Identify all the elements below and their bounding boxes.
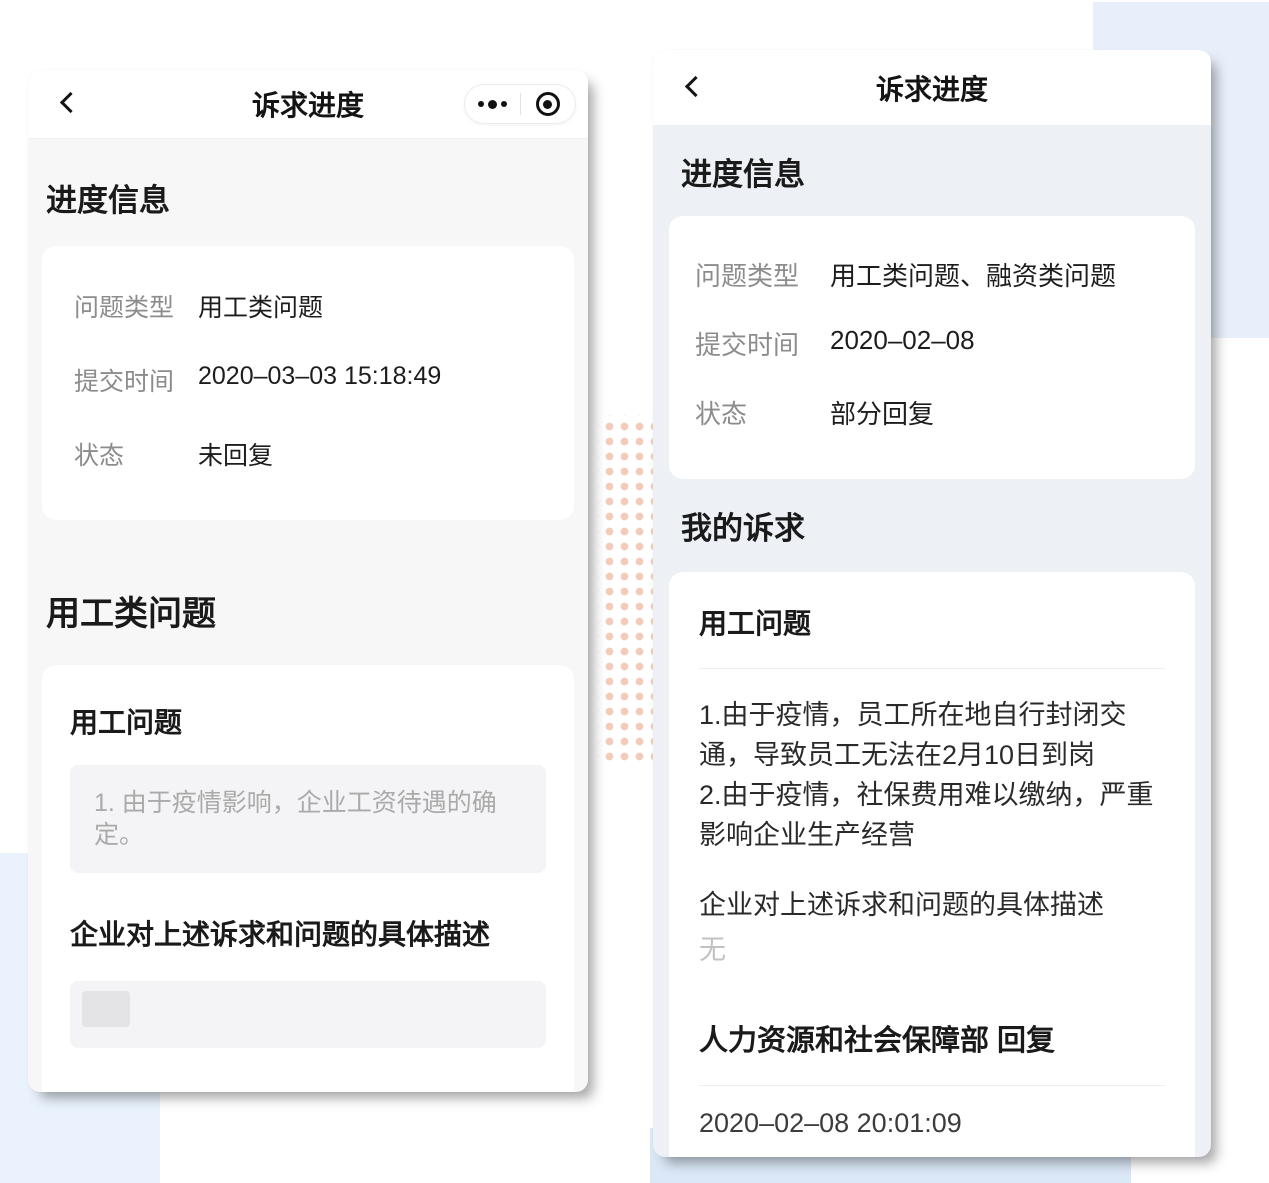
issue-card-title: 用工问题 bbox=[70, 701, 546, 741]
info-row-type: 问题类型 用工类问题 bbox=[74, 288, 542, 324]
redacted-content-block bbox=[82, 991, 130, 1027]
appeal-issue-item: 2.由于疫情，社保费用难以缴纳，严重影响企业生产经营 bbox=[699, 775, 1165, 855]
row-label: 状态 bbox=[695, 394, 830, 431]
right-navbar: 诉求进度 bbox=[653, 50, 1211, 125]
status-value: 部分回复 bbox=[830, 394, 934, 431]
progress-info-card: 问题类型 用工类问题、融资类问题 提交时间 2020–02–08 状态 部分回复 bbox=[669, 216, 1195, 479]
row-label: 问题类型 bbox=[695, 256, 830, 293]
description-heading: 企业对上述诉求和问题的具体描述 bbox=[699, 883, 1165, 922]
info-row-status: 状态 部分回复 bbox=[695, 394, 1169, 431]
progress-info-heading: 进度信息 bbox=[46, 175, 570, 220]
issue-card: 用工问题 1. 由于疫情影响，企业工资待遇的确定。 企业对上述诉求和问题的具体描… bbox=[42, 665, 574, 1092]
right-page-title: 诉求进度 bbox=[653, 68, 1211, 108]
row-value: 2020–02–08 bbox=[830, 325, 975, 362]
target-icon bbox=[536, 92, 560, 116]
exit-miniprogram-button[interactable] bbox=[521, 85, 576, 123]
reply-text: 将突出抓好异地务工人员返粤返岗工作，精准摸查招工用工情况，引导节后务工人员分散分… bbox=[699, 1155, 1165, 1157]
row-label: 提交时间 bbox=[74, 362, 198, 398]
description-field bbox=[70, 981, 546, 1048]
info-row-status: 状态 未回复 bbox=[74, 436, 542, 472]
progress-info-card: 问题类型 用工类问题 提交时间 2020–03–03 15:18:49 状态 未… bbox=[42, 246, 574, 520]
page-canvas: 诉求进度 进度信息 问题类型 用工类问题 提交时间 2 bbox=[0, 0, 1269, 1183]
appeal-card: 用工问题 1.由于疫情，员工所在地自行封闭交通，导致员工无法在2月10日到岗 2… bbox=[669, 572, 1195, 1157]
left-phone-screenshot: 诉求进度 进度信息 问题类型 用工类问题 提交时间 2 bbox=[28, 70, 588, 1092]
more-dot-icon bbox=[488, 100, 497, 109]
left-navbar: 诉求进度 bbox=[28, 70, 588, 139]
reply-timestamp: 2020–02–08 20:01:09 bbox=[699, 1108, 1165, 1139]
row-label: 问题类型 bbox=[74, 288, 198, 324]
appeal-card-title: 用工问题 bbox=[699, 602, 1165, 642]
reply-heading: 人力资源和社会保障部 回复 bbox=[699, 1017, 1165, 1059]
more-options-button[interactable] bbox=[465, 85, 520, 123]
issue-placeholder-field: 1. 由于疫情影响，企业工资待遇的确定。 bbox=[70, 765, 546, 873]
card-divider bbox=[699, 1085, 1165, 1086]
right-body: 进度信息 问题类型 用工类问题、融资类问题 提交时间 2020–02–08 状态… bbox=[653, 149, 1211, 1157]
info-row-time: 提交时间 2020–03–03 15:18:49 bbox=[74, 362, 542, 398]
row-value: 用工类问题、融资类问题 bbox=[830, 256, 1116, 293]
info-row-time: 提交时间 2020–02–08 bbox=[695, 325, 1169, 362]
reply-heading: 深圳市人力资源和社会保障局 回复 bbox=[70, 1088, 546, 1092]
description-heading: 企业对上述诉求和问题的具体描述 bbox=[70, 913, 546, 953]
appeal-issues: 1.由于疫情，员工所在地自行封闭交通，导致员工无法在2月10日到岗 2.由于疫情… bbox=[699, 695, 1165, 855]
row-label: 状态 bbox=[74, 436, 198, 472]
more-dot-icon bbox=[501, 101, 507, 107]
right-phone-screenshot: 诉求进度 进度信息 问题类型 用工类问题、融资类问题 提交时间 2020–02–… bbox=[653, 50, 1211, 1157]
appeal-issue-item: 1.由于疫情，员工所在地自行封闭交通，导致员工无法在2月10日到岗 bbox=[699, 695, 1165, 775]
more-dot-icon bbox=[478, 101, 484, 107]
card-divider bbox=[699, 668, 1165, 669]
row-value: 2020–03–03 15:18:49 bbox=[198, 362, 441, 398]
row-label: 提交时间 bbox=[695, 325, 830, 362]
description-value: 无 bbox=[699, 928, 1165, 967]
left-body: 进度信息 问题类型 用工类问题 提交时间 2020–03–03 15:18:49… bbox=[28, 175, 588, 1092]
issue-category-heading: 用工类问题 bbox=[46, 586, 570, 635]
my-appeal-heading: 我的诉求 bbox=[681, 503, 1183, 548]
info-row-type: 问题类型 用工类问题、融资类问题 bbox=[695, 256, 1169, 293]
wechat-capsule bbox=[464, 84, 576, 124]
row-value: 用工类问题 bbox=[198, 288, 323, 324]
decor-dot-pattern bbox=[598, 415, 656, 761]
progress-info-heading: 进度信息 bbox=[681, 149, 1183, 194]
status-value: 未回复 bbox=[198, 436, 273, 472]
